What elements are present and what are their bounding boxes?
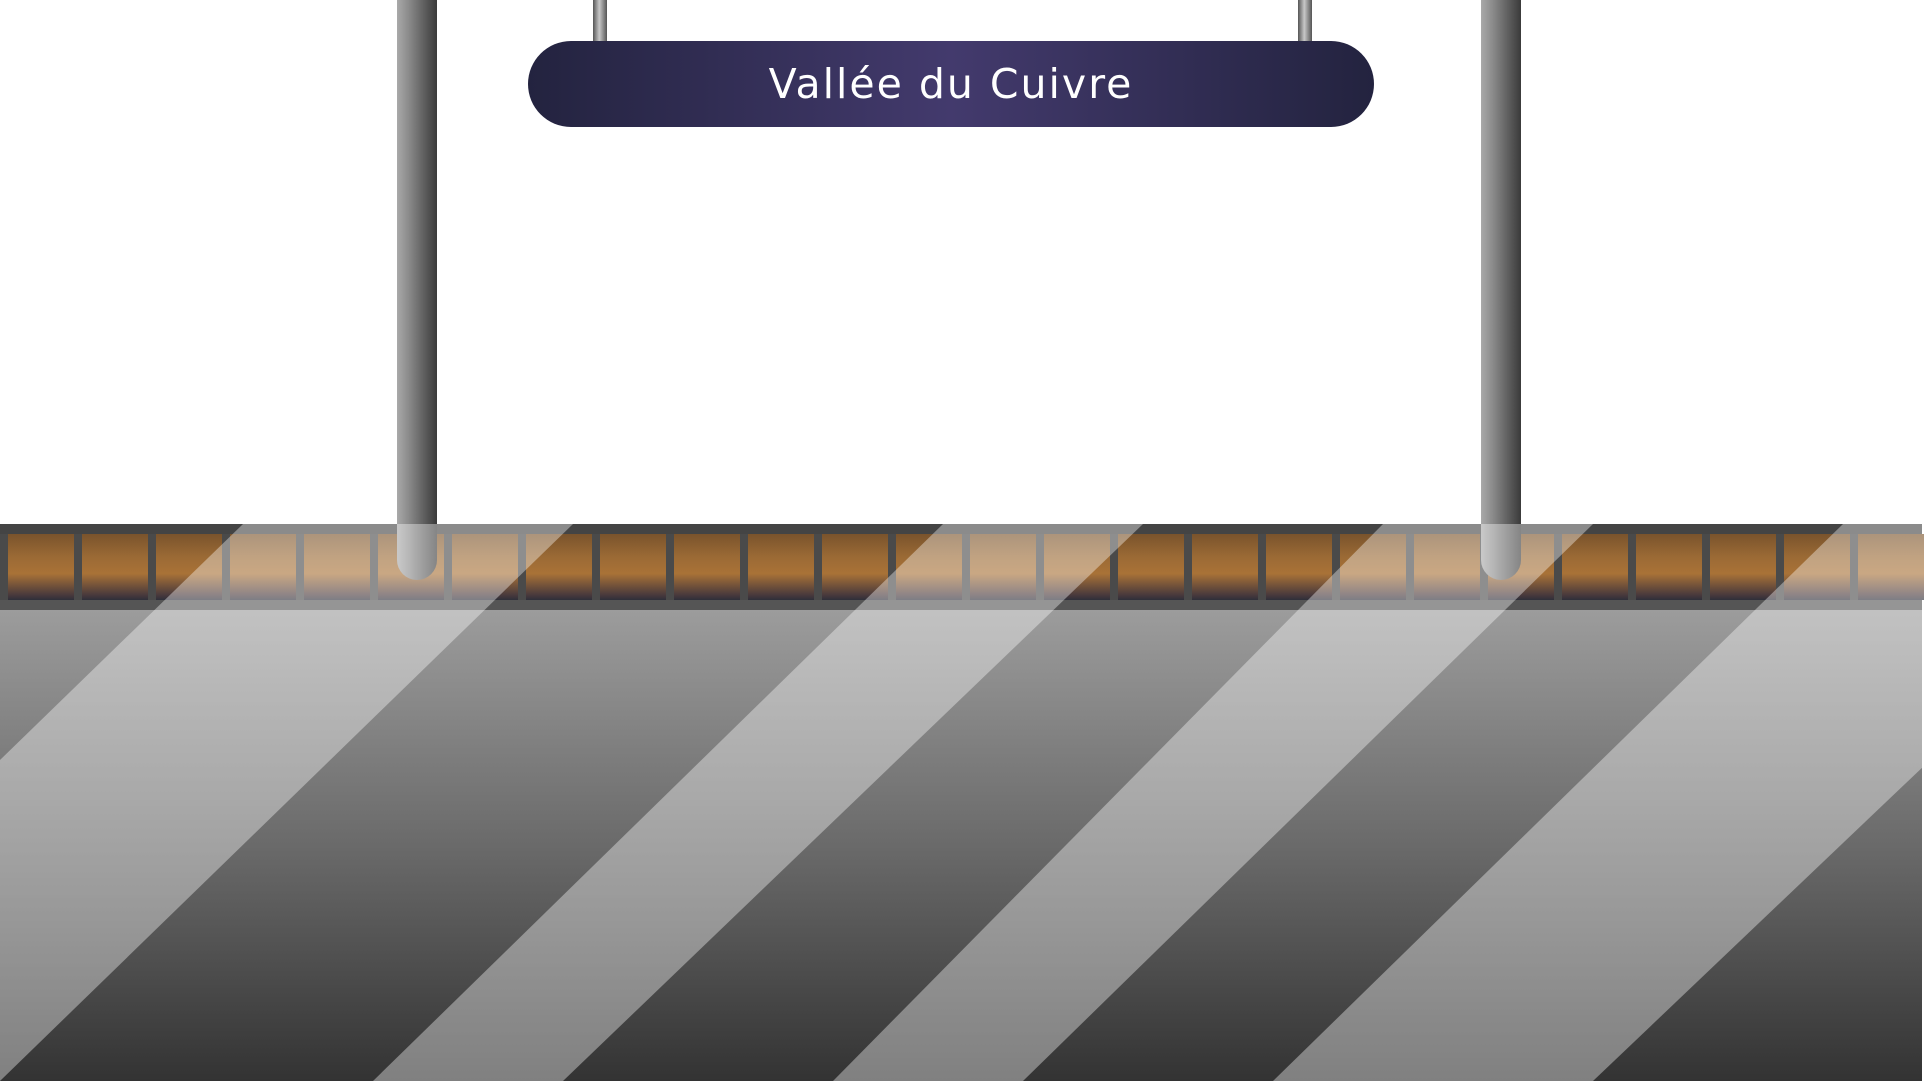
platform-edge-tile	[8, 534, 74, 600]
platform-edge-tile	[304, 534, 370, 600]
platform-edge-tiles	[8, 534, 1924, 600]
platform-edge-tile	[156, 534, 222, 600]
platform-edge-tile	[970, 534, 1036, 600]
platform-edge-tile	[600, 534, 666, 600]
station-name: Vallée du Cuivre	[768, 60, 1134, 108]
platform-edge-tile	[822, 534, 888, 600]
platform-edge-tile	[1858, 534, 1924, 600]
platform-edge-tile	[674, 534, 740, 600]
platform-edge-tile	[1118, 534, 1184, 600]
platform-edge-bottom	[0, 600, 1922, 610]
sign-hanger-left	[593, 0, 607, 44]
platform-edge-tile	[526, 534, 592, 600]
pillar-left	[397, 0, 437, 580]
platform-edge-tile	[82, 534, 148, 600]
platform-edge-tile	[1562, 534, 1628, 600]
platform-floor	[0, 610, 1922, 1081]
platform-edge-tile	[230, 534, 296, 600]
platform-edge-tile	[452, 534, 518, 600]
platform-edge-tile	[1414, 534, 1480, 600]
platform-edge-tile	[748, 534, 814, 600]
metro-station-scene: Vallée du Cuivre	[0, 0, 1926, 1081]
platform-edge-tile	[896, 534, 962, 600]
pillar-right	[1481, 0, 1521, 580]
platform-edge-top	[0, 524, 1922, 534]
platform-edge-tile	[1636, 534, 1702, 600]
platform-edge-tile	[1340, 534, 1406, 600]
platform-edge	[0, 524, 1924, 610]
platform-edge-tile	[1044, 534, 1110, 600]
platform-edge-tile	[1710, 534, 1776, 600]
platform-edge-tile	[1192, 534, 1258, 600]
platform-edge-tile	[1266, 534, 1332, 600]
platform-edge-tile	[1784, 534, 1850, 600]
sign-hanger-right	[1298, 0, 1312, 44]
station-sign: Vallée du Cuivre	[528, 41, 1374, 127]
